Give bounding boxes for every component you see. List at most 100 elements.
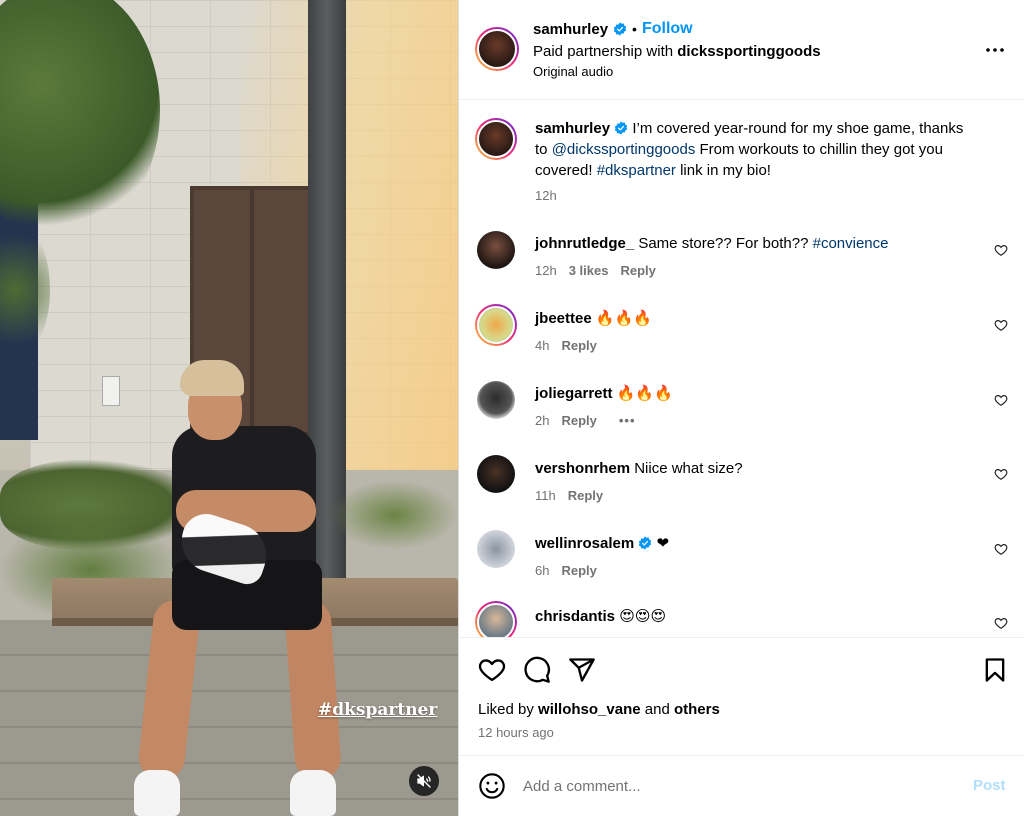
avatar-image (477, 29, 517, 69)
comment-body: Same store?? For both?? (634, 235, 813, 252)
author-avatar[interactable] (475, 27, 519, 71)
commenter-avatar[interactable] (477, 231, 515, 269)
liked-by: Liked by willohso_vane and others (478, 701, 720, 718)
save-bookmark-icon[interactable] (981, 656, 1009, 684)
more-options-icon[interactable] (983, 38, 1007, 62)
partner-link[interactable]: dickssportinggoods (677, 43, 820, 60)
comment-text: johnrutledge_ Same store?? For both?? #c… (535, 233, 975, 254)
person-sock (290, 770, 336, 816)
comment-text: wellinrosalem ❤ (535, 533, 975, 554)
comment-body: Niice what size? (630, 460, 743, 477)
comment-body: ❤ (652, 535, 670, 552)
commenter-avatar[interactable] (475, 601, 517, 637)
avatar-image (477, 120, 515, 158)
comment-time[interactable]: 2h (535, 413, 549, 428)
comment-body: 🔥🔥🔥 (591, 310, 652, 327)
comment-more-icon[interactable]: ••• (619, 413, 636, 428)
caption-text-part: link in my bio! (675, 162, 771, 179)
like-comment-heart-icon[interactable] (994, 542, 1008, 556)
comment-meta: 11h Reply (535, 488, 603, 503)
like-comment-heart-icon[interactable] (994, 243, 1008, 257)
person-cap (180, 360, 244, 396)
comment-meta: 6h Reply (535, 563, 597, 578)
like-comment-heart-icon[interactable] (994, 318, 1008, 332)
caption-time[interactable]: 12h (535, 188, 557, 203)
caption-meta: 12h (535, 188, 557, 203)
wall-sign (102, 376, 120, 406)
caption-username[interactable]: samhurley (535, 120, 610, 137)
post-actions: Liked by willohso_vane and others 12 hou… (459, 637, 1024, 755)
liked-by-mid: and (640, 701, 674, 718)
comment-text: vershonrhem Niice what size? (535, 458, 975, 479)
comment-username[interactable]: joliegarrett (535, 385, 613, 402)
post-comment-button[interactable]: Post (973, 777, 1006, 794)
like-comment-heart-icon[interactable] (994, 616, 1008, 630)
add-comment-bar: Post (459, 755, 1024, 816)
audio-label[interactable]: Original audio (533, 64, 613, 79)
verified-badge-icon (615, 121, 628, 135)
emoji-picker-icon[interactable] (478, 772, 506, 800)
comment-time[interactable]: 4h (535, 338, 549, 353)
person-sock (134, 770, 180, 816)
avatar-image (477, 306, 515, 344)
comments-list[interactable]: samhurley I’m covered year-round for my … (459, 101, 1024, 637)
comment-body: 🔥🔥🔥 (612, 385, 673, 402)
separator-dot: • (632, 21, 637, 37)
caption-text: samhurley I’m covered year-round for my … (535, 118, 975, 181)
shrubs (330, 480, 458, 550)
hashtag-link[interactable]: #convience (813, 235, 889, 252)
like-heart-icon[interactable] (478, 656, 506, 684)
post-timestamp[interactable]: 12 hours ago (478, 725, 554, 740)
comment-username[interactable]: chrisdantis (535, 608, 615, 625)
comment-time[interactable]: 12h (535, 263, 557, 278)
share-paper-plane-icon[interactable] (568, 656, 596, 684)
comment-meta: 4h Reply (535, 338, 597, 353)
reply-button[interactable]: Reply (561, 338, 596, 353)
mention-link[interactable]: @dickssportinggoods (552, 141, 696, 158)
liked-by-others[interactable]: others (674, 701, 720, 718)
verified-badge-icon (613, 22, 627, 36)
speaker-muted-icon (417, 774, 431, 788)
comment-meta: 2h Reply ••• (535, 413, 636, 428)
header-user-row: samhurley • Follow (533, 20, 693, 38)
commenter-avatar[interactable] (477, 530, 515, 568)
like-comment-heart-icon[interactable] (994, 467, 1008, 481)
comment-time[interactable]: 11h (535, 488, 556, 503)
comment-meta: 12h 3 likes Reply (535, 263, 656, 278)
post-header: samhurley • Follow Paid partnership with… (459, 0, 1024, 100)
comment-username[interactable]: wellinrosalem (535, 535, 634, 552)
avatar-image (477, 603, 515, 637)
reply-button[interactable]: Reply (620, 263, 655, 278)
verified-badge-icon (639, 536, 652, 550)
author-username[interactable]: samhurley (533, 21, 608, 38)
commenter-avatar[interactable] (477, 381, 515, 419)
paid-partnership-label: Paid partnership with dickssportinggoods (533, 43, 821, 60)
comment-username[interactable]: vershonrhem (535, 460, 630, 477)
comment-text: chrisdantis 😍😍😍 (535, 606, 975, 627)
post-side-panel: samhurley • Follow Paid partnership with… (458, 0, 1024, 816)
hashtag-link[interactable]: #dkspartner (597, 162, 676, 179)
partnership-prefix: Paid partnership with (533, 43, 678, 60)
like-comment-heart-icon[interactable] (994, 393, 1008, 407)
post-media[interactable]: #dkspartner (0, 0, 458, 816)
reply-button[interactable]: Reply (561, 563, 596, 578)
comment-input[interactable] (523, 774, 943, 798)
comment-body: 😍😍😍 (615, 608, 667, 625)
liked-by-prefix: Liked by (478, 701, 539, 718)
mute-button[interactable] (409, 766, 439, 796)
comment-username[interactable]: jbeettee (535, 310, 592, 327)
comment-time[interactable]: 6h (535, 563, 549, 578)
comment-likes[interactable]: 3 likes (569, 263, 609, 278)
comment-text: joliegarrett 🔥🔥🔥 (535, 383, 975, 404)
reply-button[interactable]: Reply (568, 488, 603, 503)
media-hashtag-overlay: #dkspartner (318, 700, 438, 720)
commenter-avatar[interactable] (477, 455, 515, 493)
liked-by-user[interactable]: willohso_vane (538, 701, 641, 718)
follow-button[interactable]: Follow (642, 20, 693, 38)
comment-text: jbeettee 🔥🔥🔥 (535, 308, 975, 329)
reply-button[interactable]: Reply (561, 413, 596, 428)
comment-username[interactable]: johnrutledge_ (535, 235, 634, 252)
comment-bubble-icon[interactable] (523, 656, 551, 684)
author-avatar[interactable] (475, 118, 517, 160)
commenter-avatar[interactable] (475, 304, 517, 346)
